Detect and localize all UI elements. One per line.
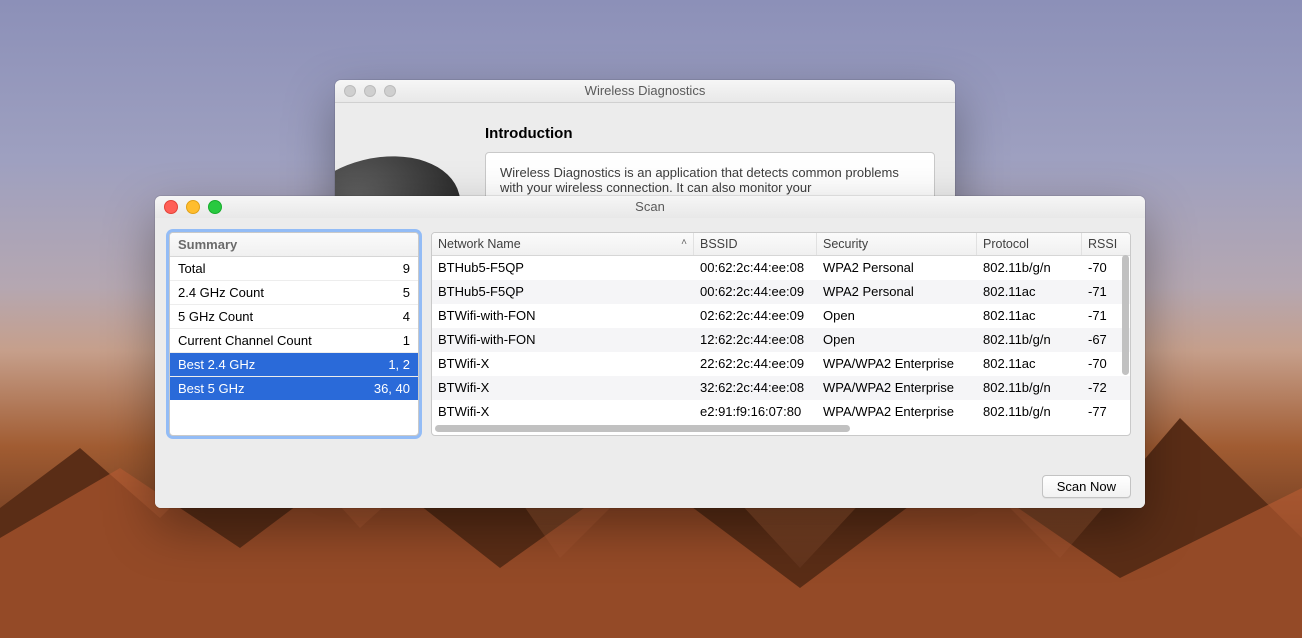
cell-bssid: 12:62:2c:44:ee:08 — [694, 328, 817, 351]
cell-bssid: 32:62:2c:44:ee:08 — [694, 376, 817, 399]
titlebar[interactable]: Wireless Diagnostics — [335, 80, 955, 103]
cell-protocol: 802.11ac — [977, 304, 1082, 327]
cell-protocol: 802.11b/g/n — [977, 376, 1082, 399]
summary-value: 1 — [403, 333, 410, 348]
summary-row[interactable]: 5 GHz Count 4 — [170, 305, 418, 329]
summary-row[interactable]: 2.4 GHz Count 5 — [170, 281, 418, 305]
cell-bssid: 22:62:2c:44:ee:09 — [694, 352, 817, 375]
cell-rssi: -71 — [1082, 280, 1124, 303]
window-controls — [155, 200, 222, 214]
column-bssid[interactable]: BSSID — [694, 233, 817, 255]
window-controls — [335, 85, 396, 97]
window-scan: Scan Summary Total 9 2.4 GHz Count 5 5 GHz C… — [155, 196, 1145, 508]
summary-value: 4 — [403, 309, 410, 324]
cell-rssi: -77 — [1082, 400, 1124, 423]
cell-name: BTWifi-with-FON — [432, 304, 694, 327]
cell-bssid: 00:62:2c:44:ee:08 — [694, 256, 817, 279]
cell-security: Open — [817, 304, 977, 327]
table-row[interactable]: BTHub5-F5QP00:62:2c:44:ee:09WPA2 Persona… — [432, 280, 1130, 304]
minimize-icon[interactable] — [364, 85, 376, 97]
column-label: Network Name — [438, 237, 521, 251]
column-network-name[interactable]: Network Name ˄ — [432, 233, 694, 255]
cell-security: WPA2 Personal — [817, 280, 977, 303]
sort-ascending-icon: ˄ — [681, 237, 687, 248]
cell-security: WPA/WPA2 Enterprise — [817, 400, 977, 423]
cell-protocol: 802.11b/g/n — [977, 328, 1082, 351]
table-row[interactable]: BTWifi-Xe2:91:f9:16:07:80WPA/WPA2 Enterp… — [432, 400, 1130, 424]
table-row[interactable]: BTWifi-X22:62:2c:44:ee:09WPA/WPA2 Enterp… — [432, 352, 1130, 376]
table-body: BTHub5-F5QP00:62:2c:44:ee:08WPA2 Persona… — [432, 256, 1130, 424]
titlebar[interactable]: Scan — [155, 196, 1145, 219]
horizontal-scrollbar[interactable] — [435, 424, 1127, 433]
close-icon[interactable] — [164, 200, 178, 214]
scan-now-button[interactable]: Scan Now — [1042, 475, 1131, 498]
vertical-scrollbar[interactable] — [1122, 255, 1129, 427]
cell-bssid: 00:62:2c:44:ee:09 — [694, 280, 817, 303]
cell-protocol: 802.11ac — [977, 352, 1082, 375]
summary-row[interactable]: Best 2.4 GHz 1, 2 — [170, 353, 418, 377]
summary-label: 5 GHz Count — [178, 309, 253, 324]
cell-rssi: -70 — [1082, 256, 1124, 279]
table-row[interactable]: BTWifi-X32:62:2c:44:ee:08WPA/WPA2 Enterp… — [432, 376, 1130, 400]
cell-bssid: e2:91:f9:16:07:80 — [694, 400, 817, 423]
cell-rssi: -71 — [1082, 304, 1124, 327]
minimize-icon[interactable] — [186, 200, 200, 214]
cell-protocol: 802.11ac — [977, 280, 1082, 303]
cell-name: BTWifi-X — [432, 376, 694, 399]
summary-label: Best 2.4 GHz — [178, 357, 255, 372]
column-security[interactable]: Security — [817, 233, 977, 255]
summary-label: Best 5 GHz — [178, 381, 244, 396]
table-row[interactable]: BTHub5-F5QP00:62:2c:44:ee:08WPA2 Persona… — [432, 256, 1130, 280]
cell-protocol: 802.11b/g/n — [977, 256, 1082, 279]
summary-value: 5 — [403, 285, 410, 300]
cell-rssi: -70 — [1082, 352, 1124, 375]
zoom-icon[interactable] — [208, 200, 222, 214]
summary-panel[interactable]: Summary Total 9 2.4 GHz Count 5 5 GHz Count 4… — [169, 232, 419, 436]
cell-name: BTHub5-F5QP — [432, 256, 694, 279]
cell-name: BTWifi-with-FON — [432, 328, 694, 351]
page-heading: Introduction — [485, 125, 935, 142]
summary-label: Total — [178, 261, 205, 276]
cell-security: WPA2 Personal — [817, 256, 977, 279]
summary-row[interactable]: Total 9 — [170, 257, 418, 281]
column-protocol[interactable]: Protocol — [977, 233, 1082, 255]
table-row[interactable]: BTWifi-with-FON12:62:2c:44:ee:08Open802.… — [432, 328, 1130, 352]
cell-name: BTWifi-X — [432, 400, 694, 423]
cell-bssid: 02:62:2c:44:ee:09 — [694, 304, 817, 327]
cell-name: BTWifi-X — [432, 352, 694, 375]
summary-label: 2.4 GHz Count — [178, 285, 264, 300]
intro-text: Wireless Diagnostics is an application t… — [500, 165, 899, 195]
cell-security: WPA/WPA2 Enterprise — [817, 376, 977, 399]
summary-value: 36, 40 — [374, 381, 410, 396]
window-title: Wireless Diagnostics — [335, 80, 955, 102]
summary-row[interactable]: Best 5 GHz 36, 40 — [170, 377, 418, 400]
column-rssi[interactable]: RSSI — [1082, 233, 1124, 255]
cell-security: WPA/WPA2 Enterprise — [817, 352, 977, 375]
close-icon[interactable] — [344, 85, 356, 97]
cell-rssi: -72 — [1082, 376, 1124, 399]
networks-table[interactable]: Network Name ˄ BSSID Security Protocol R… — [431, 232, 1131, 436]
cell-protocol: 802.11b/g/n — [977, 400, 1082, 423]
zoom-icon[interactable] — [384, 85, 396, 97]
cell-name: BTHub5-F5QP — [432, 280, 694, 303]
table-row[interactable]: BTWifi-with-FON02:62:2c:44:ee:09Open802.… — [432, 304, 1130, 328]
summary-row[interactable]: Current Channel Count 1 — [170, 329, 418, 353]
summary-value: 1, 2 — [388, 357, 410, 372]
summary-header: Summary — [170, 233, 418, 257]
table-header-row: Network Name ˄ BSSID Security Protocol R… — [432, 233, 1130, 256]
summary-label: Current Channel Count — [178, 333, 312, 348]
cell-rssi: -67 — [1082, 328, 1124, 351]
cell-security: Open — [817, 328, 977, 351]
window-title: Scan — [155, 196, 1145, 218]
desktop-background: Wireless Diagnostics Introduction Wirele… — [0, 0, 1302, 638]
summary-value: 9 — [403, 261, 410, 276]
